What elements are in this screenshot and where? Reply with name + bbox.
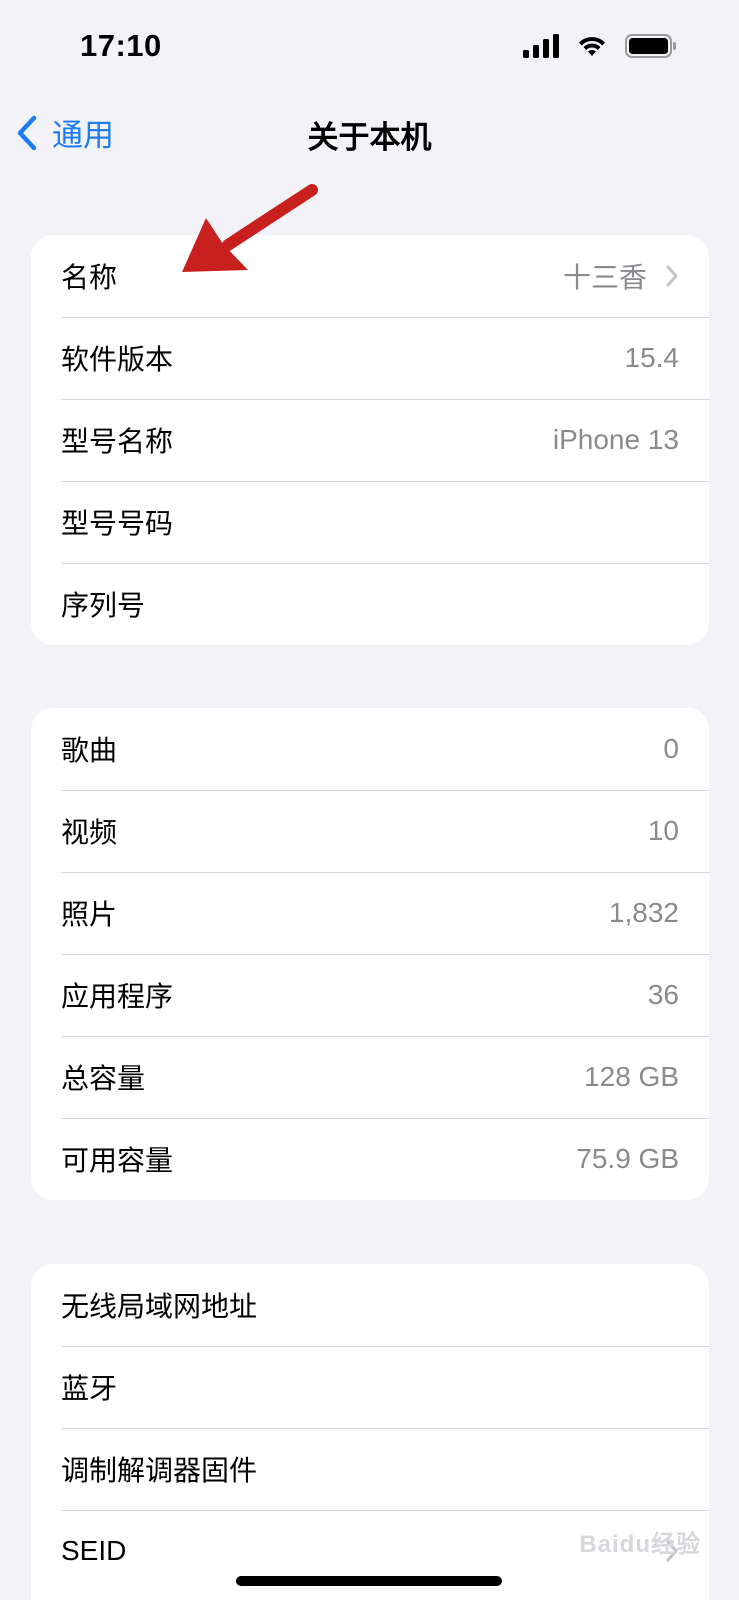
row-value: 十三香 [562,262,647,293]
row-modem-firmware: 调制解调器固件 [31,1428,709,1510]
row-label: 歌曲 [61,735,118,766]
row-label: SEID [61,1535,127,1566]
row-label: 总容量 [61,1063,146,1094]
row-value: 128 GB [584,1061,679,1092]
row-applications: 应用程序 36 [31,954,709,1036]
settings-group-device: 名称 十三香 软件版本 15.4 型号名称 iPhone 13 型号号码 序列号 [31,235,709,645]
nav-bar: 通用 关于本机 [0,96,739,168]
row-label: 照片 [61,899,118,930]
row-value: 75.9 GB [576,1143,679,1174]
row-label: 蓝牙 [61,1373,118,1404]
row-value: 10 [647,815,679,846]
status-time: 17:10 [80,28,162,63]
row-label: 可用容量 [61,1145,174,1176]
row-name[interactable]: 名称 十三香 [31,235,709,317]
row-label: 序列号 [61,590,146,621]
home-indicator[interactable] [236,1576,502,1586]
row-label: 调制解调器固件 [61,1455,258,1486]
row-value: iPhone 13 [552,424,679,455]
row-songs: 歌曲 0 [31,708,709,790]
row-model-number[interactable]: 型号号码 [31,481,709,563]
row-label: 视频 [61,817,118,848]
row-videos: 视频 10 [31,790,709,872]
row-value: 0 [663,733,679,764]
row-value: 36 [647,979,679,1010]
row-label: 型号号码 [61,508,174,539]
chevron-right-icon [665,264,679,288]
row-bluetooth: 蓝牙 [31,1346,709,1428]
row-label: 型号名称 [61,426,174,457]
row-wifi-address: 无线局域网地址 [31,1264,709,1346]
row-label: 软件版本 [61,344,174,375]
status-icons [523,34,677,58]
page-title: 关于本机 [307,120,432,155]
row-available: 可用容量 75.9 GB [31,1118,709,1200]
row-value: 1,832 [608,897,679,928]
row-serial-number: 序列号 [31,563,709,645]
row-model-name: 型号名称 iPhone 13 [31,399,709,481]
wifi-icon [579,36,605,56]
row-label: 名称 [61,262,118,293]
row-label: 无线局域网地址 [61,1291,258,1322]
status-bar: 17:10 [0,0,739,96]
row-label: 应用程序 [61,981,174,1012]
settings-group-media: 歌曲 0 视频 10 照片 1,832 应用程序 36 总容量 128 GB 可… [31,708,709,1200]
watermark: Baidu经验 [579,1531,701,1558]
row-photos: 照片 1,832 [31,872,709,954]
row-value: 15.4 [624,342,680,373]
row-capacity: 总容量 128 GB [31,1036,709,1118]
battery-icon [625,34,676,58]
row-software-version: 软件版本 15.4 [31,317,709,399]
cellular-signal-icon [523,34,559,58]
